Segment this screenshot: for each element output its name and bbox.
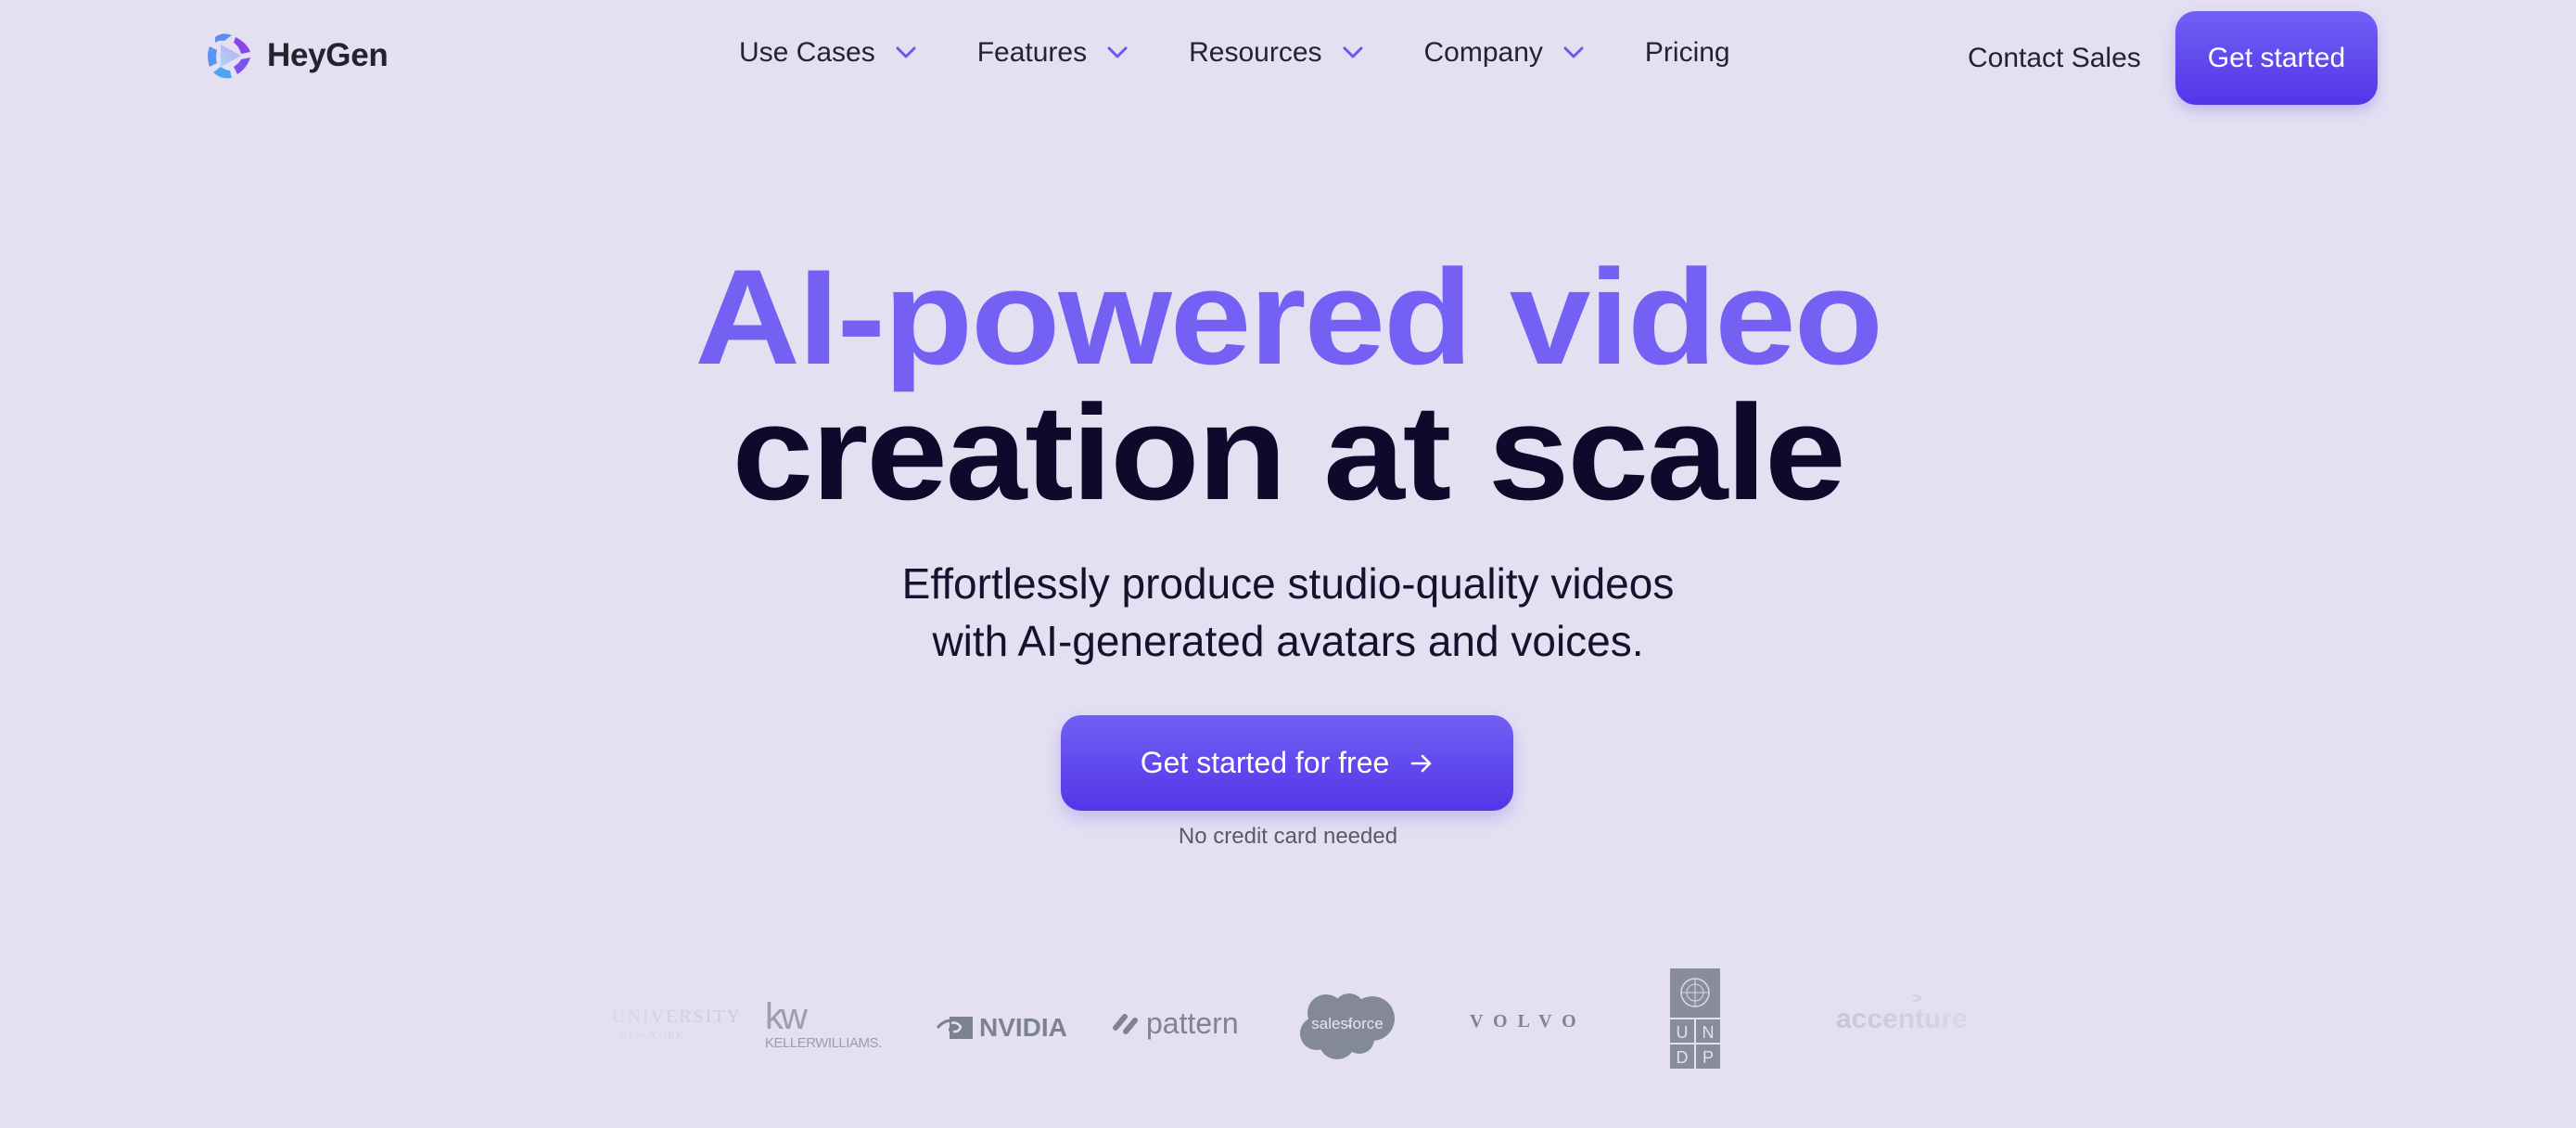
undp-letter: D [1677,1048,1689,1067]
salesforce-logo: salesforce [1298,991,1396,1061]
nav-item-use-cases[interactable]: Use Cases [739,37,916,69]
brand-name: HeyGen [267,37,389,73]
nav-item-label: Pricing [1644,37,1730,68]
nav-item-features[interactable]: Features [977,37,1128,69]
hero-subtitle-line-2: with AI-generated avatars and voices. [932,617,1644,665]
hero-title-line-1: AI-powered video [695,241,1883,392]
volvo-logo: VOLVO [1470,1011,1587,1032]
nav-item-label: Resources [1189,37,1322,68]
kw-mark: kw [765,996,808,1037]
nav-item-label: Use Cases [739,37,875,68]
nav-item-label: Features [976,37,1088,68]
hero-subtitle: Effortlessly produce studio-quality vide… [0,555,2576,670]
undp-letter: U [1677,1023,1689,1042]
hero-title-line-2: creation at scale [732,377,1845,528]
undp-emblem-icon: U N D P [1670,968,1720,1069]
chevron-down-icon [896,46,916,58]
pattern-mark-icon [1113,1013,1138,1034]
salesforce-text: salesforce [1311,1015,1384,1032]
undp-logo: U N D P [1670,968,1720,1069]
hero-subtitle-line-1: Effortlessly produce studio-quality vide… [901,559,1675,608]
no-credit-card-note: No credit card needed [1178,824,1398,849]
top-navigation: HeyGen Use Cases Features Resources Comp… [0,0,2576,116]
brand-home-link[interactable]: HeyGen [206,30,389,82]
pattern-logo: pattern [1113,1006,1239,1041]
nav-item-label: Company [1423,37,1543,68]
get-started-button[interactable]: Get started [2175,11,2378,105]
main-menu: Use Cases Features Resources Company Pri… [739,37,1730,69]
nvidia-logo: NVIDIA [937,1013,1067,1043]
cta-label: Get started for free [1140,746,1390,779]
nvidia-text: NVIDIA [979,1013,1067,1042]
customer-logos-strip: UNIVERSITY NEW YORK kw KELLERWILLIAMS. N… [0,955,2576,1113]
nvidia-eye-icon [937,1017,973,1039]
chevron-down-icon [1343,46,1363,58]
undp-letter: N [1702,1023,1715,1042]
nav-item-resources[interactable]: Resources [1189,37,1363,69]
arrow-right-icon [1410,754,1432,772]
logo-strip-fade-right [1817,955,2059,1113]
undp-letter: P [1702,1048,1714,1067]
logo-strip-fade-left [519,955,742,1113]
keller-williams-logo: kw KELLERWILLIAMS. [765,996,882,1051]
chevron-down-icon [1563,46,1584,58]
chevron-down-icon [1107,46,1128,58]
nav-item-pricing[interactable]: Pricing [1645,37,1730,69]
landing-page: HeyGen Use Cases Features Resources Comp… [0,0,2576,1128]
get-started-free-button[interactable]: Get started for free [1061,715,1513,811]
contact-sales-link[interactable]: Contact Sales [1968,43,2141,74]
pattern-text: pattern [1146,1006,1239,1040]
heygen-logo-icon [208,33,250,79]
keller-williams-text: KELLERWILLIAMS. [765,1035,882,1051]
nav-item-company[interactable]: Company [1424,37,1584,69]
